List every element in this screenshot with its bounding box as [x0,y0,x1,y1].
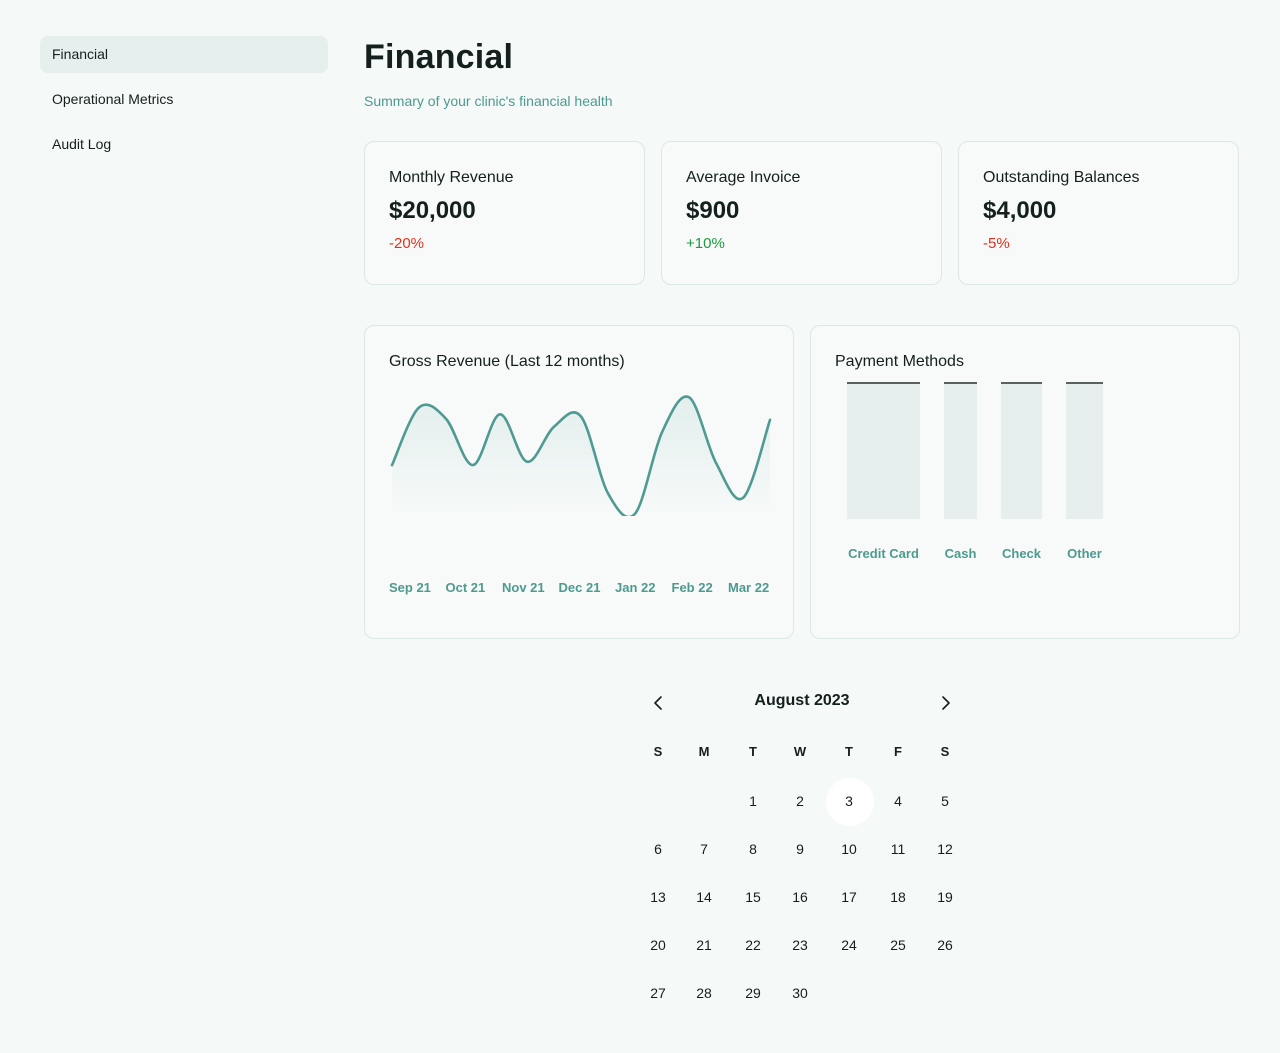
bar-top-line [944,382,977,384]
stat-label: Outstanding Balances [983,169,1140,186]
calendar-day[interactable]: 30 [780,981,820,1005]
category-label: Credit Card [848,546,919,561]
calendar-day[interactable]: 13 [638,885,678,909]
x-tick-label: Dec 21 [558,580,601,595]
calendar-day[interactable]: 21 [684,933,724,957]
calendar-day[interactable]: 1 [733,789,773,813]
calendar-day[interactable]: 29 [733,981,773,1005]
weekday-header: M [698,744,710,759]
chart-title: Gross Revenue (Last 12 months) [389,353,625,370]
calendar-day-today[interactable]: 5 [925,789,965,813]
sidebar: Financial Operational Metrics Audit Log [40,36,328,171]
page-title: Financial [364,38,514,76]
weekday-header: S [940,744,950,759]
weekday-header: T [845,744,853,759]
stat-change: -20% [389,235,425,252]
calendar-day[interactable]: 28 [684,981,724,1005]
calendar-day[interactable]: 23 [780,933,820,957]
bar-check [1001,382,1042,519]
chevron-left-icon [654,696,662,710]
weekday-header: W [793,744,807,759]
calendar-day[interactable]: 10 [829,837,869,861]
calendar-day[interactable]: 9 [780,837,820,861]
weekday-header: F [894,744,902,759]
calendar-day[interactable]: 7 [684,837,724,861]
stat-card-monthly-revenue: Monthly Revenue $20,000 -20% [364,141,645,285]
calendar-day[interactable]: 14 [684,885,724,909]
calendar-day[interactable]: 4 [878,789,918,813]
calendar-prev-button[interactable] [648,692,668,714]
calendar-day[interactable]: 3 [829,789,869,813]
category-label: Cash [945,546,977,561]
stat-change: -5% [983,235,1010,252]
stat-value: $4,000 [983,197,1057,224]
x-tick-label: Nov 21 [502,580,545,595]
calendar-day[interactable]: 18 [878,885,918,909]
category-label: Check [1002,546,1042,561]
category-label: Other [1067,546,1102,561]
bar-top-line [1001,382,1042,384]
main-content: Financial Summary of your clinic's finan… [364,36,1240,639]
calendar-day[interactable]: 24 [829,933,869,957]
x-tick-label: Mar 22 [728,580,770,595]
calendar-month-label: August 2023 [754,692,850,709]
weekday-header: T [749,744,757,759]
payment-methods-card: Payment Methods Credit Card Cash Check Othe… [810,325,1240,639]
sidebar-item-financial[interactable]: Financial [40,36,328,73]
sidebar-item-operational-metrics[interactable]: Operational Metrics [40,81,328,118]
calendar: August 2023 S M T W T F S 1 2 3 4 5 6 7 8 9 10 11 12 13 14 15… [640,680,980,1020]
calendar-day[interactable]: 12 [925,837,965,861]
stat-card-outstanding-balances: Outstanding Balances $4,000 -5% [958,141,1239,285]
stat-label: Monthly Revenue [389,169,514,186]
calendar-day[interactable]: 19 [925,885,965,909]
calendar-day[interactable]: 15 [733,885,773,909]
calendar-day[interactable]: 8 [733,837,773,861]
calendar-day[interactable]: 2 [780,789,820,813]
bar-other [1066,382,1103,519]
stat-label: Average Invoice [686,169,801,186]
calendar-day[interactable]: 20 [638,933,678,957]
stat-card-average-invoice: Average Invoice $900 +10% [661,141,942,285]
gross-revenue-chart [390,395,772,516]
payment-methods-chart: Credit Card Cash Check Other [847,382,1103,561]
calendar-day[interactable]: 17 [829,885,869,909]
gross-revenue-card: Gross Revenue (Last 12 months) Sep 21 Oct… [364,325,794,639]
bar-credit-card [847,382,920,519]
calendar-day[interactable]: 6 [638,837,678,861]
page-subtitle: Summary of your clinic's financial healt… [364,93,613,109]
stat-value: $20,000 [389,197,476,224]
x-axis-labels: Sep 21 Oct 21 Nov 21 Dec 21 Jan 22 Feb 22 Mar … [389,580,775,598]
calendar-day[interactable]: 16 [780,885,820,909]
x-tick-label: Feb 22 [671,580,713,595]
calendar-day[interactable]: 26 [925,933,965,957]
bar-top-line [1066,382,1103,384]
calendar-day[interactable]: 25 [878,933,918,957]
calendar-day[interactable]: 27 [638,981,678,1005]
stat-value: $900 [686,197,740,224]
calendar-day[interactable]: 22 [733,933,773,957]
bar-top-line [847,382,920,384]
calendar-next-button[interactable] [936,692,956,714]
x-tick-label: Oct 21 [445,580,486,595]
chevron-right-icon [942,696,950,710]
calendar-day[interactable]: 11 [878,837,918,861]
stat-change: +10% [686,235,725,252]
sidebar-item-audit-log[interactable]: Audit Log [40,126,328,163]
x-tick-label: Jan 22 [615,580,656,595]
bar-cash [944,382,977,519]
x-tick-label: Sep 21 [389,580,431,595]
stats-row: Monthly Revenue $20,000 -20% Average Inv… [364,141,1240,285]
weekday-header: S [653,744,663,759]
